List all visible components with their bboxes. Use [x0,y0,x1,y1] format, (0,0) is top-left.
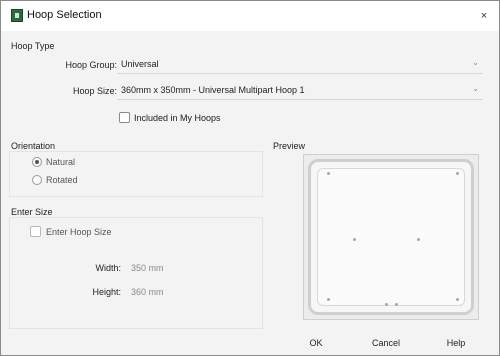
enter-hoop-size-checkbox[interactable] [30,226,41,237]
hoop-group-label: Hoop Group: [65,60,117,70]
hoop-outline [308,159,474,315]
hoop-group-value: Universal [121,59,159,69]
help-button[interactable]: Help [423,331,489,353]
orientation-heading: Orientation [11,141,56,151]
hoop-marker [417,238,420,241]
title-bar: Hoop Selection × [1,1,499,31]
enter-hoop-size-label: Enter Hoop Size [46,227,112,237]
cancel-button[interactable]: Cancel [353,331,419,353]
hoop-marker [327,298,330,301]
hoop-selection-dialog: Hoop Selection × Hoop Type Hoop Group: U… [0,0,500,356]
width-label: Width: [95,263,121,273]
orientation-natural-radio[interactable] [32,157,42,167]
hoop-sewing-area [317,168,465,306]
height-label: Height: [92,287,121,297]
hoop-marker [353,238,356,241]
hoop-marker [395,303,398,306]
hoop-type-heading: Hoop Type [11,41,55,51]
width-value[interactable]: 350 mm [131,263,164,273]
orientation-rotated-label: Rotated [46,175,78,185]
included-in-my-hoops-checkbox[interactable] [119,112,130,123]
hoop-marker [456,298,459,301]
orientation-rotated-radio[interactable] [32,175,42,185]
hoop-marker [385,303,388,306]
chevron-down-icon: ⌄ [472,84,479,93]
chevron-down-icon: ⌄ [472,58,479,67]
hoop-size-dropdown[interactable]: 360mm x 350mm - Universal Multipart Hoop… [117,82,483,100]
hoop-size-value: 360mm x 350mm - Universal Multipart Hoop… [121,85,305,95]
close-icon[interactable]: × [475,7,493,25]
enter-size-heading: Enter Size [11,207,53,217]
ok-button[interactable]: OK [283,331,349,353]
hoop-preview [303,154,479,320]
hoop-app-icon [11,9,23,22]
hoop-marker [327,172,330,175]
hoop-group-dropdown[interactable]: Universal ⌄ [117,56,483,74]
included-in-my-hoops-label: Included in My Hoops [134,113,221,123]
hoop-size-label: Hoop Size: [72,86,117,96]
hoop-marker [456,172,459,175]
orientation-natural-label: Natural [46,157,76,167]
window-title: Hoop Selection [27,9,102,21]
preview-heading: Preview [273,141,306,151]
height-value[interactable]: 360 mm [131,287,164,297]
